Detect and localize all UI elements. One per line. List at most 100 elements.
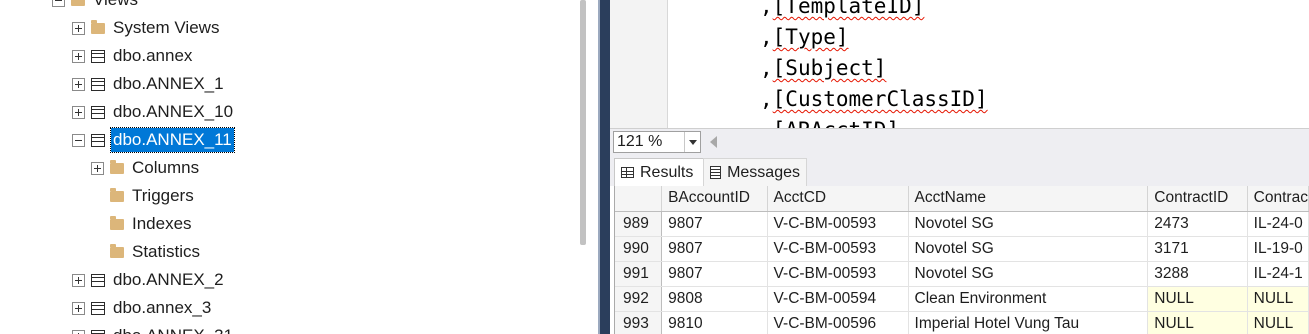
- table-cell[interactable]: NULL: [1247, 286, 1309, 312]
- expand-icon[interactable]: [72, 329, 85, 334]
- code-identifier: [CustomerClassID]: [772, 87, 988, 111]
- table-row[interactable]: 989 9807 V-C-BM-00593 Novotel SG 2473 IL-24-0: [615, 211, 1309, 237]
- table-cell[interactable]: 9808: [661, 286, 768, 312]
- code-comma: ,: [760, 56, 773, 80]
- column-header[interactable]: [615, 186, 663, 212]
- tree-node[interactable]: System Views: [72, 14, 221, 42]
- pane-splitter[interactable]: [598, 0, 610, 334]
- table-cell[interactable]: Clean Environment: [908, 286, 1149, 312]
- table-cell[interactable]: 3288: [1147, 261, 1248, 287]
- editor-margin: [610, 0, 668, 128]
- tree-node[interactable]: Statistics: [91, 238, 202, 266]
- table-cell[interactable]: IL-24-0: [1247, 211, 1309, 237]
- column-header[interactable]: ContractID: [1147, 186, 1248, 212]
- table-cell[interactable]: V-C-BM-00594: [767, 286, 909, 312]
- table-row[interactable]: 991 9807 V-C-BM-00593 Novotel SG 3288 IL-24-1: [615, 261, 1309, 287]
- row-number[interactable]: 993: [615, 311, 663, 334]
- expand-icon[interactable]: [72, 105, 85, 119]
- table-cell[interactable]: IL-24-1: [1247, 261, 1309, 287]
- folder-icon: [110, 215, 124, 230]
- zoom-dropdown[interactable]: 121 %: [613, 131, 701, 153]
- expand-icon[interactable]: [91, 161, 104, 175]
- results-header-row: BAccountID AcctCD AcctName ContractID Contra…: [615, 186, 1309, 212]
- messages-icon: [710, 166, 722, 179]
- table-cell[interactable]: 9810: [661, 311, 768, 334]
- row-number[interactable]: 989: [615, 211, 663, 237]
- table-cell[interactable]: 3171: [1147, 236, 1248, 262]
- editor-status-bar: 121 %: [610, 128, 1309, 154]
- table-cell[interactable]: V-C-BM-00593: [767, 236, 909, 262]
- query-editor[interactable]: ,[TemplateID] ,[Type] ,[Subject] ,[Customer…: [610, 0, 1309, 128]
- results-table: BAccountID AcctCD AcctName ContractID Contra…: [615, 186, 1309, 334]
- view-icon: [91, 77, 105, 91]
- expand-icon[interactable]: [72, 77, 85, 91]
- code-comma: ,: [760, 25, 773, 49]
- collapse-icon[interactable]: [52, 0, 65, 7]
- code-comma: ,: [760, 118, 773, 128]
- row-number[interactable]: 991: [615, 261, 663, 287]
- tree-node-label: System Views: [113, 18, 220, 37]
- tree-node-label: dbo.annex: [113, 46, 193, 65]
- results-grid[interactable]: BAccountID AcctCD AcctName ContractID Contra…: [614, 186, 1309, 334]
- collapse-icon[interactable]: [72, 133, 85, 147]
- tab-results-label: Results: [640, 163, 694, 181]
- row-number[interactable]: 990: [615, 236, 663, 262]
- object-explorer: Views System Views dbo.annex dbo.ANNEX_1dbo…: [0, 0, 598, 334]
- folder-icon: [71, 0, 85, 6]
- table-row[interactable]: 990 9807 V-C-BM-00593 Novotel SG 3171 IL-19-0: [615, 236, 1309, 262]
- tab-messages[interactable]: Messages: [703, 158, 807, 186]
- code-identifier: [ARAcctID]: [773, 118, 899, 128]
- row-number[interactable]: 992: [615, 286, 663, 312]
- table-row[interactable]: 992 9808 V-C-BM-00594 Clean Environment NULL…: [615, 286, 1309, 312]
- column-header[interactable]: AcctName: [908, 186, 1149, 212]
- table-cell[interactable]: 9807: [661, 261, 768, 287]
- table-cell[interactable]: V-C-BM-00596: [767, 311, 909, 334]
- tree-node[interactable]: dbo.ANNEX_11: [72, 126, 235, 154]
- tab-results[interactable]: Results: [614, 158, 704, 186]
- table-cell[interactable]: V-C-BM-00593: [767, 261, 909, 287]
- column-header[interactable]: Contrac: [1247, 186, 1309, 212]
- tree-node[interactable]: dbo.annex: [72, 42, 194, 70]
- chevron-down-icon[interactable]: [684, 132, 700, 152]
- folder-icon: [110, 187, 124, 202]
- tree-node[interactable]: Indexes: [91, 210, 194, 238]
- tree-node-label: dbo.ANNEX_31: [111, 324, 235, 334]
- table-cell[interactable]: IL-19-0: [1247, 236, 1309, 262]
- scroll-left-icon[interactable]: [710, 136, 717, 148]
- view-icon: [91, 105, 105, 119]
- folder-icon: [91, 19, 105, 34]
- code-identifier: [Subject]: [772, 56, 887, 80]
- table-cell[interactable]: V-C-BM-00593: [767, 211, 909, 237]
- tree-node-label: Triggers: [132, 186, 194, 205]
- tree-node[interactable]: dbo.ANNEX_2: [72, 266, 226, 294]
- table-cell[interactable]: NULL: [1147, 286, 1248, 312]
- expand-icon[interactable]: [72, 301, 85, 315]
- table-cell[interactable]: Novotel SG: [908, 236, 1149, 262]
- table-cell[interactable]: Novotel SG: [908, 261, 1149, 287]
- column-header[interactable]: BAccountID: [661, 186, 768, 212]
- tree-node-label: Columns: [132, 158, 200, 177]
- column-header[interactable]: AcctCD: [767, 186, 909, 212]
- view-icon: [91, 133, 105, 147]
- explorer-scrollbar-thumb[interactable]: [580, 0, 586, 245]
- tree-node[interactable]: Triggers: [91, 182, 196, 210]
- expand-icon[interactable]: [72, 49, 85, 63]
- table-cell[interactable]: Imperial Hotel Vung Tau: [908, 311, 1149, 334]
- tree-node[interactable]: Columns: [91, 154, 201, 182]
- tree-node[interactable]: dbo.ANNEX_1: [72, 70, 226, 98]
- tree-node[interactable]: dbo.ANNEX_31: [72, 322, 235, 334]
- tree-node[interactable]: dbo.annex_3: [72, 294, 213, 322]
- table-cell[interactable]: Novotel SG: [908, 211, 1149, 237]
- expand-icon[interactable]: [72, 21, 85, 35]
- table-cell[interactable]: 9807: [661, 236, 768, 262]
- code-comma: ,: [760, 0, 773, 18]
- table-cell[interactable]: NULL: [1147, 311, 1248, 334]
- expand-icon[interactable]: [72, 273, 85, 287]
- table-cell[interactable]: 9807: [661, 211, 768, 237]
- code-comma: ,: [760, 87, 773, 111]
- table-cell[interactable]: NULL: [1247, 311, 1309, 334]
- table-cell[interactable]: 2473: [1147, 211, 1248, 237]
- tree-node[interactable]: Views: [52, 0, 140, 14]
- table-row[interactable]: 993 9810 V-C-BM-00596 Imperial Hotel Vung T…: [615, 311, 1309, 334]
- tree-node[interactable]: dbo.ANNEX_10: [72, 98, 235, 126]
